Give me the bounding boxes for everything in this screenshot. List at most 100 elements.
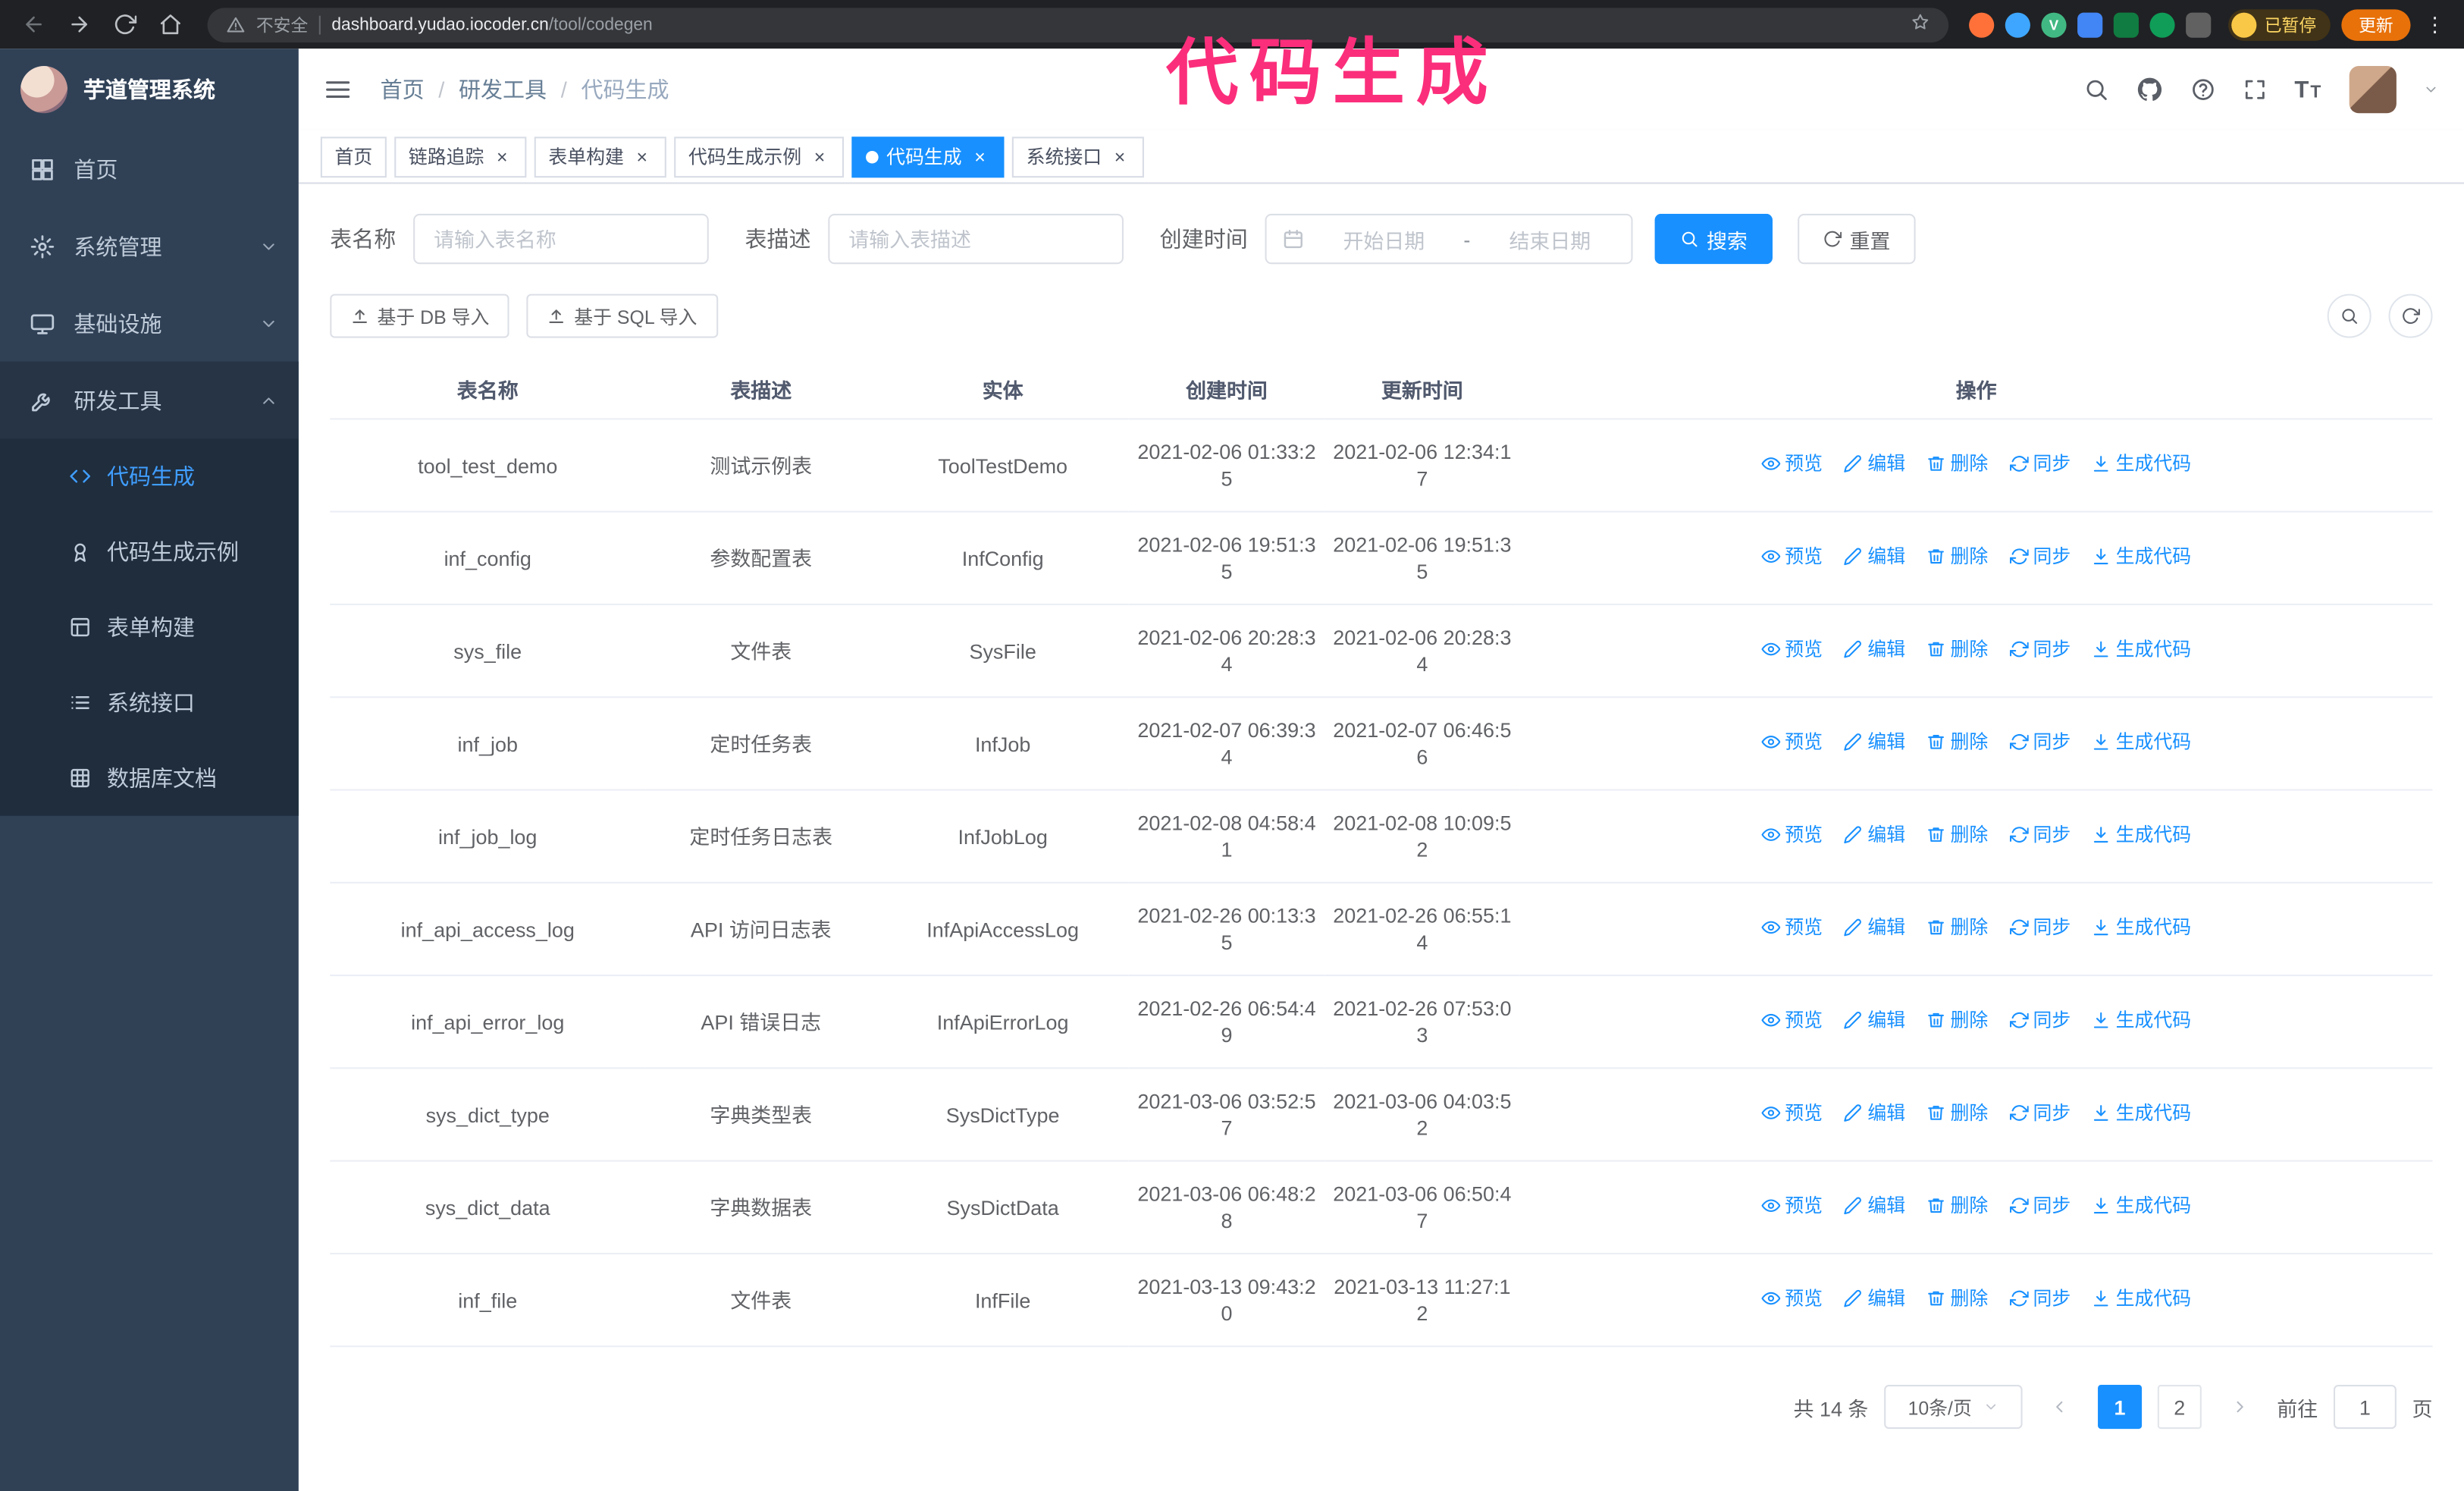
preview-link[interactable]: 预览 bbox=[1761, 544, 1823, 570]
sidebar-subitem-codegen[interactable]: 代码生成 bbox=[0, 438, 299, 513]
preview-link[interactable]: 预览 bbox=[1761, 729, 1823, 755]
search-icon[interactable] bbox=[2084, 77, 2109, 102]
generate-code-link[interactable]: 生成代码 bbox=[2093, 1193, 2191, 1219]
font-size-icon[interactable]: TT bbox=[2294, 77, 2322, 103]
close-tab-icon[interactable]: × bbox=[1110, 146, 1130, 167]
browser-update-button[interactable]: 更新 bbox=[2341, 8, 2411, 40]
next-page-button[interactable] bbox=[2217, 1385, 2262, 1430]
breadcrumb-item[interactable]: 研发工具 bbox=[459, 74, 547, 105]
delete-link[interactable]: 删除 bbox=[1926, 729, 1988, 755]
sync-link[interactable]: 同步 bbox=[2009, 636, 2071, 663]
extension-icon[interactable] bbox=[2149, 11, 2175, 37]
generate-code-link[interactable]: 生成代码 bbox=[2093, 450, 2191, 477]
sidebar-item-devtools[interactable]: 研发工具 bbox=[0, 361, 299, 439]
import-db-button[interactable]: 基于 DB 导入 bbox=[330, 293, 510, 338]
close-tab-icon[interactable]: × bbox=[492, 146, 513, 167]
edit-link[interactable]: 编辑 bbox=[1844, 822, 1905, 849]
sync-link[interactable]: 同步 bbox=[2009, 822, 2071, 849]
date-range-picker[interactable]: 开始日期 - 结束日期 bbox=[1265, 213, 1633, 265]
toggle-search-button[interactable] bbox=[2327, 293, 2372, 338]
preview-link[interactable]: 预览 bbox=[1761, 1193, 1823, 1219]
edit-link[interactable]: 编辑 bbox=[1844, 636, 1905, 663]
browser-back-icon[interactable] bbox=[16, 7, 51, 42]
address-bar[interactable]: 不安全 dashboard.yudao.iocoder.cn/tool/code… bbox=[207, 7, 1949, 42]
edit-link[interactable]: 编辑 bbox=[1844, 544, 1905, 570]
close-tab-icon[interactable]: × bbox=[632, 146, 652, 167]
browser-home-icon[interactable] bbox=[152, 7, 187, 42]
browser-menu-icon[interactable]: ⋮ bbox=[2422, 12, 2448, 37]
preview-link[interactable]: 预览 bbox=[1761, 1100, 1823, 1126]
sync-link[interactable]: 同步 bbox=[2009, 1193, 2071, 1219]
breadcrumb-item[interactable]: 首页 bbox=[381, 74, 425, 105]
tab-form-builder[interactable]: 表单构建 × bbox=[534, 136, 666, 177]
delete-link[interactable]: 删除 bbox=[1926, 1285, 1988, 1312]
sidebar-subitem-codegen-example[interactable]: 代码生成示例 bbox=[0, 514, 299, 589]
sync-link[interactable]: 同步 bbox=[2009, 1100, 2071, 1126]
generate-code-link[interactable]: 生成代码 bbox=[2093, 915, 2191, 941]
profile-paused-badge[interactable]: 已暂停 bbox=[2228, 8, 2331, 40]
refresh-table-button[interactable] bbox=[2388, 293, 2433, 338]
goto-page-input[interactable] bbox=[2333, 1385, 2397, 1430]
delete-link[interactable]: 删除 bbox=[1926, 450, 1988, 477]
tab-codegen[interactable]: 代码生成 × bbox=[851, 136, 1005, 177]
search-button[interactable]: 搜索 bbox=[1654, 213, 1773, 265]
sync-link[interactable]: 同步 bbox=[2009, 915, 2071, 941]
generate-code-link[interactable]: 生成代码 bbox=[2093, 1285, 2191, 1312]
generate-code-link[interactable]: 生成代码 bbox=[2093, 822, 2191, 849]
tab-link-trace[interactable]: 链路追踪 × bbox=[394, 136, 527, 177]
user-avatar[interactable] bbox=[2349, 66, 2397, 114]
edit-link[interactable]: 编辑 bbox=[1844, 729, 1905, 755]
sidebar-item-system[interactable]: 系统管理 bbox=[0, 208, 299, 285]
generate-code-link[interactable]: 生成代码 bbox=[2093, 636, 2191, 663]
reset-button[interactable]: 重置 bbox=[1798, 213, 1916, 265]
sync-link[interactable]: 同步 bbox=[2009, 450, 2071, 477]
extension-icon[interactable] bbox=[2113, 11, 2139, 37]
close-tab-icon[interactable]: × bbox=[810, 146, 830, 167]
preview-link[interactable]: 预览 bbox=[1761, 636, 1823, 663]
edit-link[interactable]: 编辑 bbox=[1844, 1193, 1905, 1219]
sidebar-subitem-system-api[interactable]: 系统接口 bbox=[0, 665, 299, 740]
sync-link[interactable]: 同步 bbox=[2009, 729, 2071, 755]
bookmark-star-icon[interactable] bbox=[1911, 13, 1930, 36]
table-desc-input[interactable] bbox=[828, 213, 1124, 265]
tab-system-api[interactable]: 系统接口 × bbox=[1011, 136, 1145, 177]
help-icon[interactable] bbox=[2191, 77, 2216, 102]
app-logo[interactable]: 芋道管理系统 bbox=[0, 49, 299, 130]
edit-link[interactable]: 编辑 bbox=[1844, 1100, 1905, 1126]
close-tab-icon[interactable]: × bbox=[970, 146, 990, 167]
delete-link[interactable]: 删除 bbox=[1926, 822, 1988, 849]
preview-link[interactable]: 预览 bbox=[1761, 1285, 1823, 1312]
table-name-input[interactable] bbox=[413, 213, 709, 265]
extension-icon[interactable] bbox=[1969, 11, 1995, 37]
sidebar-item-home[interactable]: 首页 bbox=[0, 130, 299, 208]
fullscreen-icon[interactable] bbox=[2243, 77, 2268, 102]
delete-link[interactable]: 删除 bbox=[1926, 915, 1988, 941]
page-size-select[interactable]: 10条/页 bbox=[1884, 1385, 2023, 1430]
preview-link[interactable]: 预览 bbox=[1761, 450, 1823, 477]
generate-code-link[interactable]: 生成代码 bbox=[2093, 729, 2191, 755]
extension-icon[interactable] bbox=[2005, 11, 2030, 37]
edit-link[interactable]: 编辑 bbox=[1844, 1007, 1905, 1034]
edit-link[interactable]: 编辑 bbox=[1844, 915, 1905, 941]
import-sql-button[interactable]: 基于 SQL 导入 bbox=[527, 293, 718, 338]
preview-link[interactable]: 预览 bbox=[1761, 822, 1823, 849]
delete-link[interactable]: 删除 bbox=[1926, 1100, 1988, 1126]
sync-link[interactable]: 同步 bbox=[2009, 1007, 2071, 1034]
extensions-puzzle-icon[interactable] bbox=[2186, 11, 2212, 37]
prev-page-button[interactable] bbox=[2038, 1385, 2083, 1430]
extension-icon-vue[interactable]: V bbox=[2041, 11, 2067, 37]
delete-link[interactable]: 删除 bbox=[1926, 636, 1988, 663]
browser-forward-icon[interactable] bbox=[61, 7, 96, 42]
generate-code-link[interactable]: 生成代码 bbox=[2093, 1007, 2191, 1034]
delete-link[interactable]: 删除 bbox=[1926, 1193, 1988, 1219]
extension-icon[interactable] bbox=[2077, 11, 2103, 37]
browser-reload-icon[interactable] bbox=[107, 7, 142, 42]
page-button-2[interactable]: 2 bbox=[2157, 1385, 2202, 1430]
user-menu-caret-icon[interactable] bbox=[2423, 82, 2439, 98]
preview-link[interactable]: 预览 bbox=[1761, 915, 1823, 941]
delete-link[interactable]: 删除 bbox=[1926, 1007, 1988, 1034]
edit-link[interactable]: 编辑 bbox=[1844, 450, 1905, 477]
collapse-sidebar-icon[interactable] bbox=[324, 75, 352, 103]
sidebar-subitem-form-builder[interactable]: 表单构建 bbox=[0, 589, 299, 664]
preview-link[interactable]: 预览 bbox=[1761, 1007, 1823, 1034]
